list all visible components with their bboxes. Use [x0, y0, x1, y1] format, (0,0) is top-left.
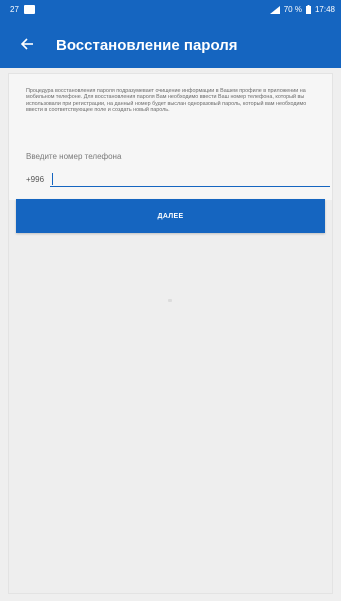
text-cursor [52, 173, 53, 185]
image-notification-icon [23, 5, 35, 14]
signal-icon [269, 5, 280, 14]
battery-percent: 70 % [283, 5, 302, 14]
info-text: Процедура восстановления пароля подразум… [26, 88, 307, 114]
battery-icon [305, 5, 311, 14]
loading-indicator [168, 299, 172, 302]
phone-input[interactable] [50, 171, 330, 187]
status-bar: 27 70 % 17:48 [0, 0, 341, 24]
recovery-form-card: Процедура восстановления пароля подразум… [8, 73, 333, 594]
status-time: 17:48 [314, 5, 335, 14]
form-section: Процедура восстановления пароля подразум… [9, 74, 332, 200]
app-bar: Восстановление пароля [0, 24, 341, 68]
back-arrow-icon [20, 37, 34, 56]
next-button[interactable]: ДАЛЕЕ [16, 199, 325, 233]
country-code: +996 [26, 175, 45, 184]
status-right: 70 % 17:48 [269, 5, 335, 14]
notification-count: 27 [10, 5, 19, 14]
status-left: 27 [10, 5, 35, 14]
back-button[interactable] [14, 33, 40, 59]
phone-label: Введите номер телефона [26, 152, 122, 161]
page-title: Восстановление пароля [56, 37, 238, 54]
